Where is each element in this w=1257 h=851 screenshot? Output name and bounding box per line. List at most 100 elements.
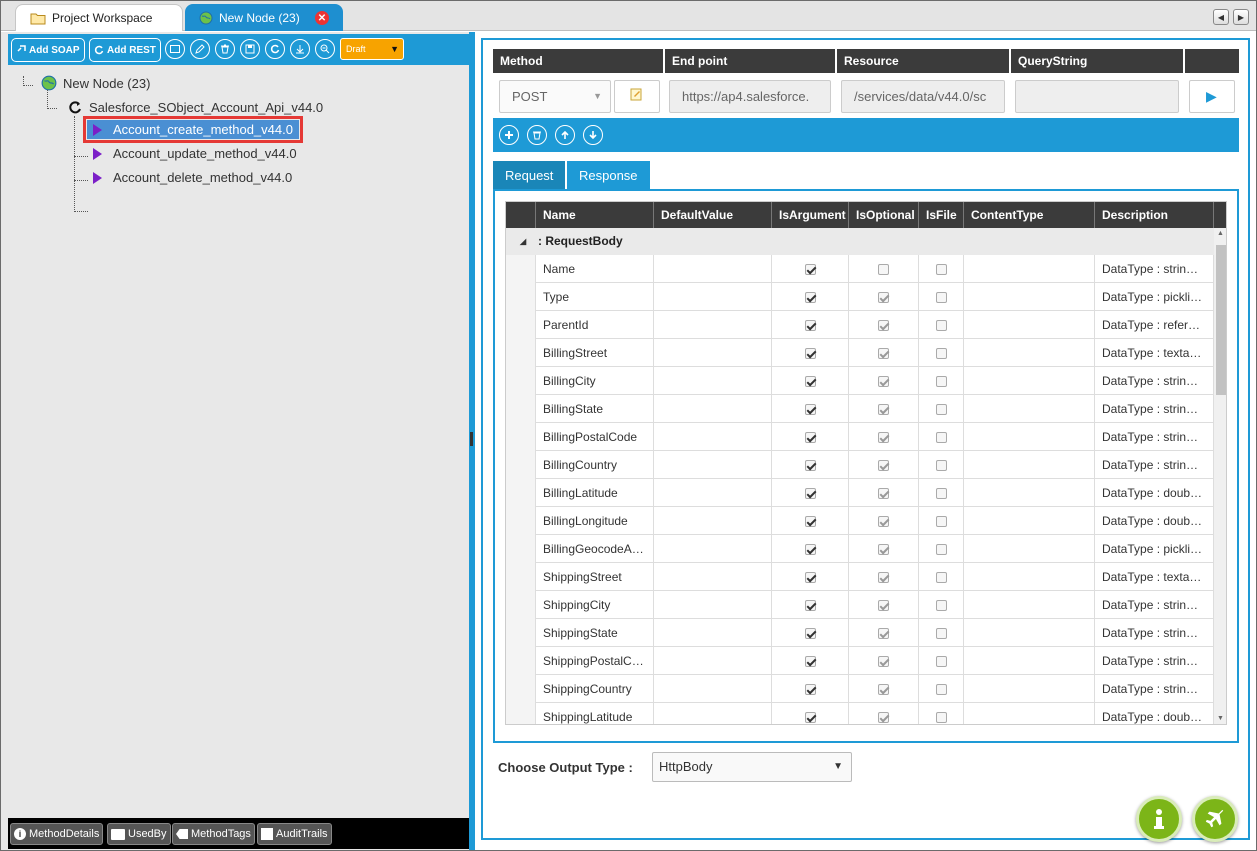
cell-isfile[interactable] (919, 703, 964, 724)
cell-name[interactable]: ShippingState (536, 619, 654, 647)
scroll-up-icon[interactable]: ▲ (1217, 230, 1224, 237)
cell-contenttype[interactable] (964, 255, 1095, 283)
checkbox[interactable] (804, 404, 816, 415)
cell-isfile[interactable] (919, 423, 964, 451)
scroll-left-icon[interactable]: ◀ (1213, 9, 1229, 25)
checkbox[interactable] (804, 488, 816, 499)
cell-isfile[interactable] (919, 479, 964, 507)
row-indicator[interactable] (506, 591, 536, 619)
cell-name[interactable]: BillingLongitude (536, 507, 654, 535)
cell-defaultvalue[interactable] (654, 451, 772, 479)
row-indicator[interactable] (506, 339, 536, 367)
add-rest-button[interactable]: Add REST (89, 38, 161, 62)
row-indicator[interactable] (506, 479, 536, 507)
cell-defaultvalue[interactable] (654, 703, 772, 724)
cell-description[interactable]: DataType : strin… (1095, 647, 1214, 675)
cell-isoptional[interactable] (849, 703, 919, 724)
row-indicator[interactable] (506, 675, 536, 703)
cell-isoptional[interactable] (849, 507, 919, 535)
cell-contenttype[interactable] (964, 311, 1095, 339)
tree-root-node[interactable]: New Node (23) (41, 75, 150, 91)
cell-name[interactable]: ShippingCity (536, 591, 654, 619)
cell-contenttype[interactable] (964, 703, 1095, 724)
cell-defaultvalue[interactable] (654, 395, 772, 423)
cell-isoptional[interactable] (849, 283, 919, 311)
cell-isoptional[interactable] (849, 647, 919, 675)
cell-isoptional[interactable] (849, 591, 919, 619)
tab-project-workspace[interactable]: Project Workspace (15, 4, 183, 31)
checkbox[interactable] (804, 628, 816, 639)
delete-row-icon[interactable] (527, 125, 547, 145)
querystring-input[interactable] (1015, 80, 1179, 113)
checkbox[interactable] (804, 432, 816, 443)
cell-isoptional[interactable] (849, 311, 919, 339)
move-down-icon[interactable] (583, 125, 603, 145)
cell-name[interactable]: ShippingPostalC… (536, 647, 654, 675)
checkbox[interactable] (804, 600, 816, 611)
cell-defaultvalue[interactable] (654, 255, 772, 283)
table-row[interactable]: BillingLatitude DataType : doub… (506, 479, 1214, 507)
deploy-button[interactable] (1192, 796, 1238, 842)
row-indicator[interactable] (506, 423, 536, 451)
table-row[interactable]: ShippingCity DataType : strin… (506, 591, 1214, 619)
tab-new-node[interactable]: New Node (23) ✕ (185, 4, 343, 31)
checkbox[interactable] (804, 376, 816, 387)
tab-request[interactable]: Request (493, 161, 566, 190)
cell-isfile[interactable] (919, 619, 964, 647)
output-type-select[interactable]: HttpBody ▼ (652, 752, 852, 782)
cell-contenttype[interactable] (964, 451, 1095, 479)
table-row[interactable]: ShippingState DataType : strin… (506, 619, 1214, 647)
method-tags-button[interactable]: MethodTags (172, 823, 255, 845)
cell-name[interactable]: BillingLatitude (536, 479, 654, 507)
window-icon[interactable] (165, 39, 185, 59)
checkbox[interactable] (804, 460, 816, 471)
cell-defaultvalue[interactable] (654, 535, 772, 563)
checkbox[interactable] (804, 684, 816, 695)
cell-description[interactable]: DataType : strin… (1095, 423, 1214, 451)
cell-description[interactable]: DataType : strin… (1095, 451, 1214, 479)
cell-isfile[interactable] (919, 451, 964, 479)
zoom-out-icon[interactable] (315, 39, 335, 59)
cell-isfile[interactable] (919, 339, 964, 367)
cell-description[interactable]: DataType : refer… (1095, 311, 1214, 339)
tree-method-update[interactable]: Account_update_method_v44.0 (87, 146, 297, 161)
cell-isoptional[interactable] (849, 479, 919, 507)
cell-name[interactable]: ShippingStreet (536, 563, 654, 591)
tab-response[interactable]: Response (567, 161, 650, 190)
cell-isargument[interactable] (772, 535, 849, 563)
info-button[interactable] (1136, 796, 1182, 842)
cell-isoptional[interactable] (849, 619, 919, 647)
run-button[interactable]: ▶ (1189, 80, 1235, 113)
cell-isfile[interactable] (919, 535, 964, 563)
cell-defaultvalue[interactable] (654, 675, 772, 703)
table-row[interactable]: ShippingLatitude DataType : doub… (506, 703, 1214, 724)
cell-isargument[interactable] (772, 591, 849, 619)
edit-method-button[interactable] (614, 80, 660, 113)
cell-defaultvalue[interactable] (654, 619, 772, 647)
cell-isoptional[interactable] (849, 395, 919, 423)
table-row[interactable]: ParentId DataType : refer… (506, 311, 1214, 339)
cell-description[interactable]: DataType : strin… (1095, 255, 1214, 283)
checkbox[interactable] (804, 292, 816, 303)
table-row[interactable]: BillingState DataType : strin… (506, 395, 1214, 423)
cell-isargument[interactable] (772, 451, 849, 479)
cell-isargument[interactable] (772, 647, 849, 675)
cell-name[interactable]: BillingState (536, 395, 654, 423)
cell-description[interactable]: DataType : strin… (1095, 367, 1214, 395)
add-row-icon[interactable] (499, 125, 519, 145)
tree-method-delete[interactable]: Account_delete_method_v44.0 (87, 170, 292, 185)
row-indicator[interactable] (506, 395, 536, 423)
cell-isoptional[interactable] (849, 675, 919, 703)
cell-name[interactable]: BillingCity (536, 367, 654, 395)
method-select[interactable]: POST ▼ (499, 80, 611, 113)
table-row[interactable]: BillingStreet DataType : texta… (506, 339, 1214, 367)
checkbox[interactable] (804, 656, 816, 667)
cell-defaultvalue[interactable] (654, 423, 772, 451)
download-icon[interactable] (290, 39, 310, 59)
cell-isoptional[interactable] (849, 255, 919, 283)
close-tab-icon[interactable]: ✕ (315, 11, 329, 25)
cell-contenttype[interactable] (964, 563, 1095, 591)
cell-isfile[interactable] (919, 647, 964, 675)
splitter-grip[interactable] (470, 432, 473, 446)
cell-defaultvalue[interactable] (654, 507, 772, 535)
